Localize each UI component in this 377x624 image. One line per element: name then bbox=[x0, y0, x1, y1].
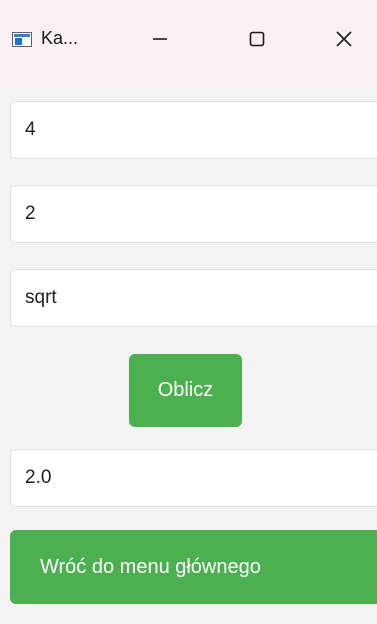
maximize-button[interactable] bbox=[237, 22, 277, 56]
operation-field[interactable] bbox=[10, 269, 377, 327]
close-button[interactable] bbox=[324, 22, 364, 56]
back-to-menu-button[interactable]: Wróć do menu głównego bbox=[10, 530, 377, 604]
title-bar: Ka... bbox=[0, 0, 377, 88]
calculate-button[interactable]: Oblicz bbox=[129, 354, 242, 427]
minimize-icon bbox=[153, 38, 167, 40]
app-window-icon bbox=[12, 32, 32, 47]
close-icon bbox=[336, 31, 352, 47]
result-field[interactable] bbox=[10, 449, 377, 507]
first-number-field[interactable] bbox=[10, 101, 377, 159]
minimize-button[interactable] bbox=[140, 22, 180, 56]
maximize-icon bbox=[249, 31, 265, 47]
calculator-form: Oblicz Wróć do menu głównego bbox=[0, 88, 377, 624]
window-title: Ka... bbox=[41, 28, 79, 48]
second-number-field[interactable] bbox=[10, 185, 377, 243]
